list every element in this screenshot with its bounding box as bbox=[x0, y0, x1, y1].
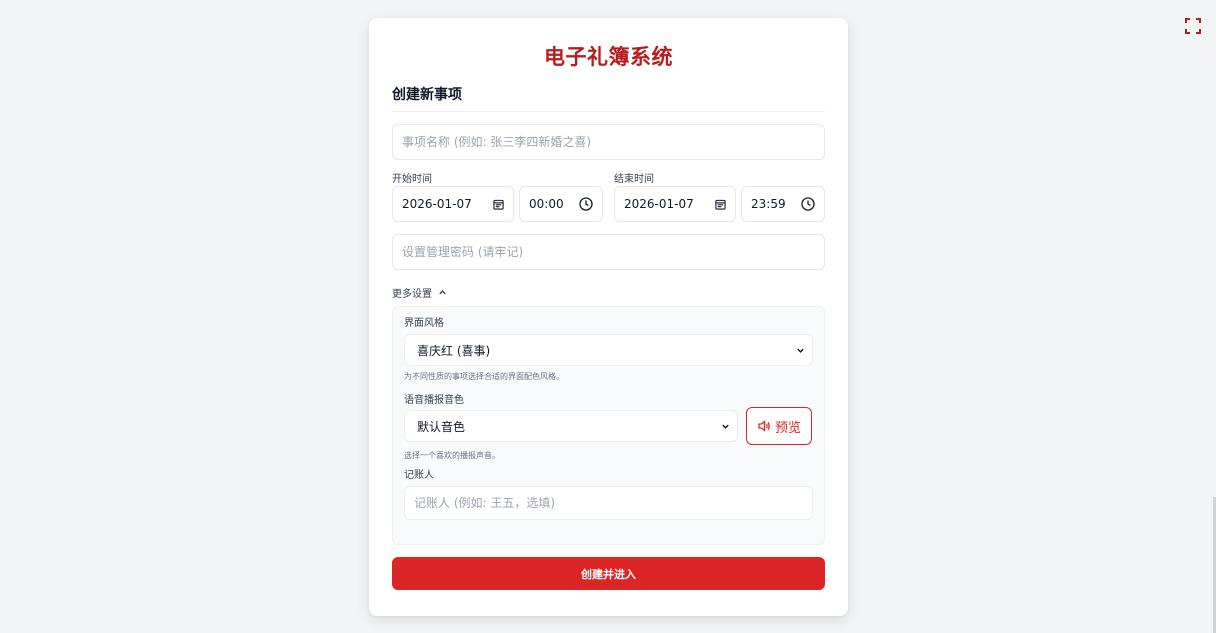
speaker-icon bbox=[758, 420, 770, 432]
clock-icon[interactable] bbox=[579, 197, 593, 211]
clock-icon[interactable] bbox=[801, 197, 815, 211]
theme-hint: 为不同性质的事项选择合适的界面配色风格。 bbox=[404, 372, 564, 381]
start-date-input[interactable]: 2026-01-07 bbox=[392, 186, 514, 222]
chevron-down-icon bbox=[797, 348, 804, 353]
end-date-input[interactable]: 2026-01-07 bbox=[614, 186, 736, 222]
admin-password-input[interactable] bbox=[392, 234, 825, 270]
event-name-input[interactable] bbox=[392, 124, 825, 160]
chevron-down-icon bbox=[722, 424, 729, 429]
more-settings-toggle[interactable]: 更多设置 bbox=[392, 284, 825, 300]
start-time-label: 开始时间 bbox=[392, 174, 432, 185]
end-date-value: 2026-01-07 bbox=[624, 197, 694, 211]
more-settings-panel: 界面风格 喜庆红 (喜事) 为不同性质的事项选择合适的界面配色风格。 语音播报音… bbox=[392, 306, 825, 545]
voice-selected-value: 默认音色 bbox=[417, 419, 466, 434]
theme-select[interactable]: 喜庆红 (喜事) bbox=[404, 334, 813, 366]
start-date-value: 2026-01-07 bbox=[402, 197, 472, 211]
voice-preview-label: 预览 bbox=[774, 420, 801, 436]
create-event-card: 电子礼簿系统 创建新事项 开始时间 2026-01-07 bbox=[369, 18, 848, 616]
end-time-label: 结束时间 bbox=[614, 174, 654, 185]
section-title: 创建新事项 bbox=[392, 84, 825, 112]
end-time-value: 23:59 bbox=[751, 197, 786, 211]
more-settings-label: 更多设置 bbox=[392, 288, 432, 300]
voice-select[interactable]: 默认音色 bbox=[404, 410, 738, 442]
start-time-value: 00:00 bbox=[529, 197, 564, 211]
fullscreen-button[interactable] bbox=[1185, 18, 1201, 34]
fullscreen-icon bbox=[1185, 18, 1201, 34]
app-title: 电子礼簿系统 bbox=[544, 45, 673, 69]
voice-row: 默认音色 预览 bbox=[404, 407, 813, 445]
chevron-up-icon bbox=[439, 289, 446, 294]
end-time-input[interactable]: 23:59 bbox=[741, 186, 825, 222]
start-time-group: 开始时间 2026-01-07 00:00 bbox=[392, 173, 603, 222]
create-and-enter-button[interactable]: 创建并进入 bbox=[392, 557, 825, 590]
calendar-icon[interactable] bbox=[715, 199, 726, 210]
time-row: 开始时间 2026-01-07 00:00 结束时间 2026-01-07 23… bbox=[392, 173, 825, 222]
end-time-group: 结束时间 2026-01-07 23:59 bbox=[614, 173, 825, 222]
recorder-input[interactable] bbox=[404, 486, 813, 520]
voice-preview-button[interactable]: 预览 bbox=[746, 407, 812, 445]
theme-label: 界面风格 bbox=[404, 318, 444, 329]
theme-selected-value: 喜庆红 (喜事) bbox=[417, 343, 491, 358]
calendar-icon[interactable] bbox=[493, 199, 504, 210]
voice-hint: 选择一个喜欢的播报声音。 bbox=[404, 451, 500, 460]
start-time-input[interactable]: 00:00 bbox=[519, 186, 603, 222]
recorder-label: 记账人 bbox=[404, 470, 434, 481]
voice-label: 语音播报音色 bbox=[404, 395, 464, 406]
